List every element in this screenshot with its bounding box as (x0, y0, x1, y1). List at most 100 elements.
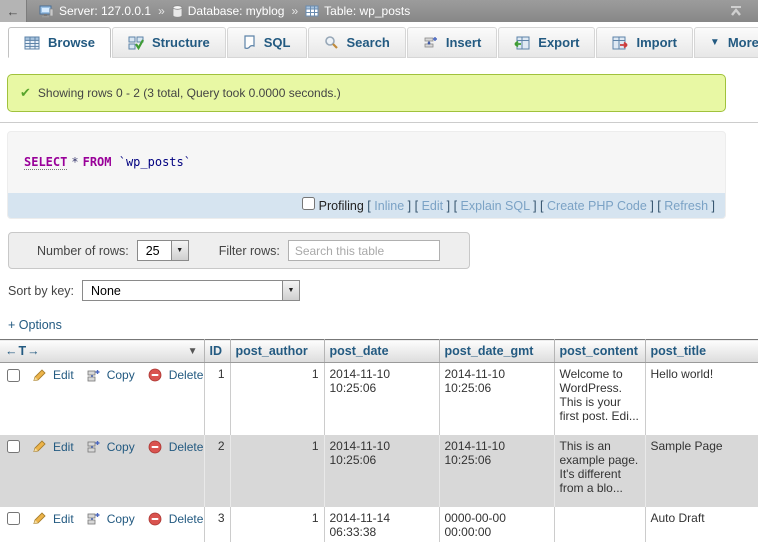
tab-insert[interactable]: Insert (407, 27, 497, 58)
tab-export-label: Export (538, 35, 579, 50)
column-header-post-date[interactable]: post_date (324, 340, 439, 363)
edit-row-link[interactable]: Edit (53, 368, 74, 382)
edit-row-link[interactable]: Edit (53, 512, 74, 526)
sort-descending-icon[interactable]: ▼ (188, 346, 199, 357)
column-header-post-date-gmt[interactable]: post_date_gmt (439, 340, 554, 363)
refresh-link[interactable]: Refresh (664, 199, 708, 213)
server-icon (39, 5, 54, 18)
delete-icon (148, 440, 162, 454)
row-checkbox[interactable] (7, 369, 20, 382)
tab-browse[interactable]: Browse (8, 27, 111, 58)
copy-row-link[interactable]: Copy (107, 368, 135, 382)
delete-row-link[interactable]: Delete (169, 440, 204, 454)
column-header-id[interactable]: ID (204, 340, 230, 363)
filter-rows-input[interactable] (288, 240, 440, 261)
row-checkbox[interactable] (7, 440, 20, 453)
column-header-post-author[interactable]: post_author (230, 340, 324, 363)
edit-row-link[interactable]: Edit (53, 440, 74, 454)
explain-sql-link[interactable]: Explain SQL (461, 199, 530, 213)
chevron-down-icon: ▼ (171, 241, 188, 260)
bracket: [ (367, 199, 370, 213)
delete-row-link[interactable]: Delete (169, 368, 204, 382)
copy-icon (87, 369, 100, 382)
status-message: ✔ Showing rows 0 - 2 (3 total, Query too… (7, 74, 726, 112)
tab-search[interactable]: Search (308, 27, 406, 58)
sort-control-row: Sort by key: None ▼ (8, 280, 758, 301)
chevron-down-icon: ▼ (282, 281, 299, 300)
tab-bar: Browse Structure SQL Search Insert Expor… (0, 22, 758, 58)
filter-rows-label: Filter rows: (219, 244, 280, 258)
table-row: Edit Copy Delete 3 1 2014-11-14 06:33:38… (0, 507, 758, 542)
tab-sql-label: SQL (264, 35, 291, 50)
cell-post-date-gmt: 0000-00-00 00:00:00 (439, 507, 554, 542)
breadcrumb-server[interactable]: Server: 127.0.0.1 (59, 4, 151, 18)
bracket: ] (650, 199, 653, 213)
cell-post-date: 2014-11-10 10:25:06 (324, 363, 439, 435)
sql-keyword-select[interactable]: SELECT (24, 155, 67, 170)
cell-post-author: 1 (230, 363, 324, 435)
structure-icon (128, 36, 144, 50)
delete-icon (148, 368, 162, 382)
bracket: ] (712, 199, 715, 213)
cell-post-date: 2014-11-14 06:33:38 (324, 507, 439, 542)
column-header-post-title[interactable]: post_title (645, 340, 758, 363)
success-check-icon: ✔ (20, 85, 31, 101)
header-corner-cell: ←T→ ▼ (0, 340, 204, 363)
import-icon (612, 36, 628, 50)
cell-post-date: 2014-11-10 10:25:06 (324, 435, 439, 507)
pencil-icon (32, 512, 46, 525)
bracket: [ (540, 199, 543, 213)
tab-import[interactable]: Import (596, 27, 692, 58)
collapse-navigation-icon[interactable] (728, 5, 744, 17)
sort-by-key-value: None (83, 281, 129, 300)
options-toggle-link[interactable]: + Options (8, 318, 62, 332)
cell-post-date-gmt: 2014-11-10 10:25:06 (439, 435, 554, 507)
profiling-label[interactable]: Profiling (319, 199, 364, 213)
sql-query-text: SELECT*FROM `wp_posts` (8, 132, 725, 193)
copy-icon (87, 440, 100, 453)
table-icon (305, 5, 319, 17)
create-php-code-link[interactable]: Create PHP Code (547, 199, 647, 213)
tab-insert-label: Insert (446, 35, 481, 50)
bracket: [ (657, 199, 660, 213)
copy-row-link[interactable]: Copy (107, 512, 135, 526)
breadcrumb-separator: » (158, 4, 165, 18)
back-button[interactable]: ← (0, 0, 27, 22)
back-arrow-icon: ← (7, 4, 20, 19)
cell-id: 3 (204, 507, 230, 542)
export-icon (514, 36, 530, 50)
tab-export[interactable]: Export (498, 27, 595, 58)
bracket: ] (408, 199, 411, 213)
breadcrumb-database[interactable]: Database: myblog (188, 4, 285, 18)
row-checkbox[interactable] (7, 512, 20, 525)
delete-row-link[interactable]: Delete (169, 512, 204, 526)
table-header-row: ←T→ ▼ ID post_author post_date post_date… (0, 340, 758, 363)
tab-sql[interactable]: SQL (227, 27, 307, 58)
bracket: ] (533, 199, 536, 213)
copy-row-link[interactable]: Copy (107, 440, 135, 454)
pencil-icon (32, 369, 46, 382)
breadcrumb-table[interactable]: Table: wp_posts (324, 4, 410, 18)
inline-link[interactable]: Inline (374, 199, 404, 213)
profiling-checkbox[interactable] (302, 197, 315, 210)
cell-post-author: 1 (230, 507, 324, 542)
transpose-icon[interactable]: ←T→ (5, 344, 41, 358)
sort-by-key-select[interactable]: None ▼ (82, 280, 300, 301)
tab-import-label: Import (636, 35, 676, 50)
edit-query-link[interactable]: Edit (422, 199, 444, 213)
pencil-icon (32, 440, 46, 453)
query-actions-bar: Profiling [ Inline ] [ Edit ] [ Explain … (8, 193, 725, 218)
number-of-rows-value: 25 (138, 241, 168, 260)
cell-id: 2 (204, 435, 230, 507)
column-header-post-content[interactable]: post_content (554, 340, 645, 363)
breadcrumb-separator: » (291, 4, 298, 18)
copy-icon (87, 512, 100, 525)
table-row: Edit Copy Delete 2 1 2014-11-10 10:25:06… (0, 435, 758, 507)
number-of-rows-select[interactable]: 25 ▼ (137, 240, 189, 261)
database-icon (172, 5, 183, 18)
tab-structure-label: Structure (152, 35, 210, 50)
tab-more[interactable]: ▼ More (694, 27, 758, 58)
bracket: [ (415, 199, 418, 213)
tab-structure[interactable]: Structure (112, 27, 226, 58)
sql-table-ref: `wp_posts` (119, 155, 191, 169)
